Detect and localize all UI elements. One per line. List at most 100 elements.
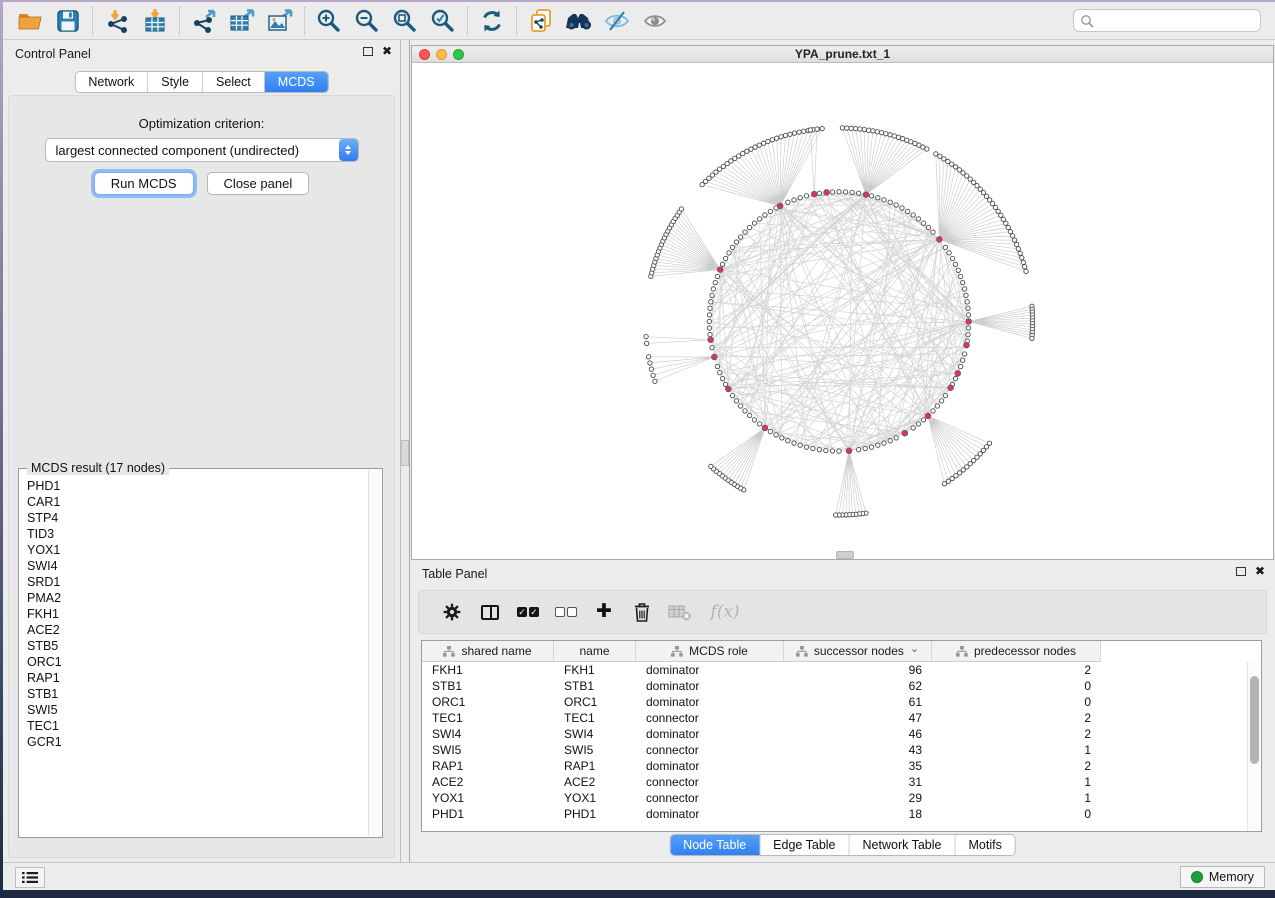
import-network-button[interactable]	[98, 5, 136, 37]
network-mcds-node[interactable]	[811, 191, 817, 197]
network-ring-node[interactable]	[850, 190, 854, 194]
delete-table-button[interactable]	[661, 594, 699, 630]
network-ring-node[interactable]	[947, 251, 951, 255]
criterion-dropdown[interactable]: largest connected component (undirected)	[45, 138, 359, 162]
network-ring-node[interactable]	[956, 268, 960, 272]
save-session-button[interactable]	[49, 5, 87, 37]
panel-menu-button[interactable]	[15, 867, 45, 888]
network-leaf-node[interactable]	[1021, 260, 1025, 264]
network-ring-node[interactable]	[876, 196, 880, 200]
table-panel-float-icon[interactable]	[1236, 567, 1246, 576]
mcds-list-scrollbar[interactable]	[368, 470, 381, 836]
mcds-result-item[interactable]: RAP1	[27, 670, 368, 686]
network-leaf-node[interactable]	[792, 131, 796, 135]
network-leaf-node[interactable]	[942, 157, 946, 161]
network-ring-node[interactable]	[708, 306, 712, 310]
network-ring-node[interactable]	[763, 213, 767, 217]
table-tab-network-table[interactable]: Network Table	[850, 835, 956, 855]
network-leaf-node[interactable]	[646, 355, 650, 359]
network-ring-node[interactable]	[710, 345, 714, 349]
table-panel-close-icon[interactable]: ✖	[1255, 566, 1265, 576]
network-ring-node[interactable]	[747, 413, 751, 417]
function-builder-button[interactable]: f(x)	[699, 594, 751, 630]
mcds-result-item[interactable]: TID3	[27, 526, 368, 542]
network-ring-node[interactable]	[730, 245, 734, 249]
network-ring-node[interactable]	[966, 326, 970, 330]
network-ring-node[interactable]	[786, 200, 790, 204]
network-leaf-node[interactable]	[797, 130, 801, 134]
network-ring-node[interactable]	[707, 319, 711, 323]
network-ring-node[interactable]	[727, 251, 731, 255]
network-ring-node[interactable]	[830, 449, 834, 453]
deselect-all-rows-button[interactable]	[547, 594, 585, 630]
network-mcds-node[interactable]	[964, 342, 970, 348]
network-ring-node[interactable]	[817, 447, 821, 451]
network-ring-node[interactable]	[709, 300, 713, 304]
network-leaf-node[interactable]	[1022, 265, 1026, 269]
network-leaf-node[interactable]	[840, 126, 844, 130]
network-ring-node[interactable]	[962, 287, 966, 291]
network-ring-node[interactable]	[931, 409, 935, 413]
network-leaf-node[interactable]	[833, 513, 837, 517]
network-leaf-node[interactable]	[875, 130, 879, 134]
table-row[interactable]: STB1STB1dominator620	[422, 678, 1247, 694]
network-ring-node[interactable]	[743, 230, 747, 234]
network-ring-node[interactable]	[757, 217, 761, 221]
network-ring-node[interactable]	[966, 306, 970, 310]
network-ring-node[interactable]	[888, 200, 892, 204]
network-mcds-node[interactable]	[725, 386, 731, 392]
tab-network[interactable]: Network	[75, 72, 148, 92]
network-leaf-node[interactable]	[849, 126, 853, 130]
network-from-selection-button[interactable]	[522, 5, 560, 37]
table-scrollbar[interactable]	[1247, 662, 1261, 831]
network-leaf-node[interactable]	[999, 213, 1003, 217]
table-row[interactable]: RAP1RAP1dominator352	[422, 758, 1247, 774]
column-header-MCDS-role[interactable]: MCDS role	[636, 641, 784, 662]
mcds-result-item[interactable]: YOX1	[27, 542, 368, 558]
network-ring-node[interactable]	[837, 190, 841, 194]
network-leaf-node[interactable]	[888, 133, 892, 137]
network-leaf-node[interactable]	[934, 152, 938, 156]
network-leaf-node[interactable]	[1008, 229, 1012, 233]
network-ring-node[interactable]	[747, 225, 751, 229]
network-leaf-node[interactable]	[761, 141, 765, 145]
network-ring-node[interactable]	[939, 399, 943, 403]
network-ring-node[interactable]	[961, 280, 965, 284]
table-tab-edge-table[interactable]: Edge Table	[760, 835, 849, 855]
network-leaf-node[interactable]	[770, 138, 774, 142]
network-ring-node[interactable]	[715, 274, 719, 278]
network-ring-node[interactable]	[958, 274, 962, 278]
network-ring-node[interactable]	[734, 399, 738, 403]
network-mcds-node[interactable]	[925, 413, 931, 419]
network-ring-node[interactable]	[824, 448, 828, 452]
zoom-out-button[interactable]	[348, 5, 386, 37]
column-header-name[interactable]: name	[554, 641, 636, 662]
network-leaf-node[interactable]	[896, 135, 900, 139]
network-ring-node[interactable]	[743, 409, 747, 413]
network-ring-node[interactable]	[718, 370, 722, 374]
network-mcds-node[interactable]	[948, 385, 954, 391]
network-mcds-node[interactable]	[824, 190, 830, 196]
network-ring-node[interactable]	[708, 332, 712, 336]
table-row[interactable]: YOX1YOX1connector291	[422, 790, 1247, 806]
network-mcds-node[interactable]	[777, 203, 783, 209]
network-ring-node[interactable]	[723, 382, 727, 386]
network-ring-node[interactable]	[958, 364, 962, 368]
network-ring-node[interactable]	[856, 447, 860, 451]
network-ring-node[interactable]	[774, 433, 778, 437]
control-panel-float-icon[interactable]	[363, 47, 373, 56]
network-ring-node[interactable]	[921, 221, 925, 225]
network-ring-node[interactable]	[798, 196, 802, 200]
network-ring-node[interactable]	[888, 439, 892, 443]
table-tab-motifs[interactable]: Motifs	[955, 835, 1014, 855]
run-mcds-button[interactable]: Run MCDS	[94, 172, 194, 195]
network-leaf-node[interactable]	[866, 128, 870, 132]
network-leaf-node[interactable]	[1004, 221, 1008, 225]
network-leaf-node[interactable]	[1020, 256, 1024, 260]
network-ring-node[interactable]	[869, 445, 873, 449]
network-leaf-node[interactable]	[815, 127, 819, 131]
network-ring-node[interactable]	[768, 429, 772, 433]
network-ring-node[interactable]	[707, 326, 711, 330]
network-ring-node[interactable]	[876, 443, 880, 447]
network-leaf-node[interactable]	[1016, 247, 1020, 251]
